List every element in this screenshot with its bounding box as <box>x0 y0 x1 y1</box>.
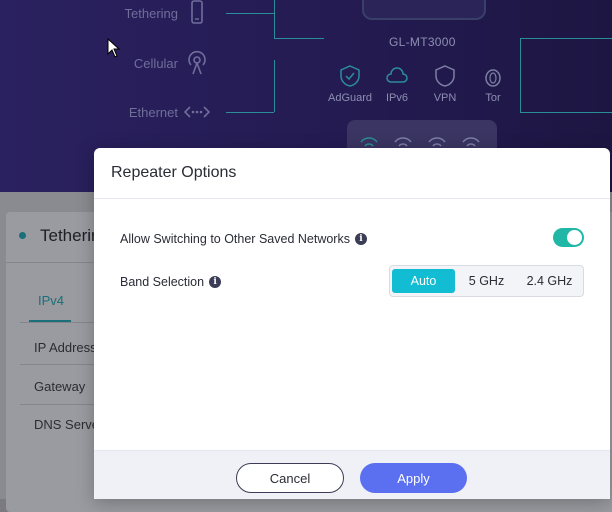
allow-switching-text: Allow Switching to Other Saved Networks <box>120 232 350 246</box>
router-device-image <box>362 0 486 20</box>
band-option-auto[interactable]: Auto <box>392 269 455 293</box>
allow-switching-toggle[interactable] <box>553 228 584 247</box>
info-icon[interactable]: i <box>209 276 222 288</box>
mouse-cursor-icon <box>107 38 121 58</box>
band-selection-text: Band Selection <box>120 275 205 289</box>
connector-line <box>226 112 274 113</box>
modal-header: Repeater Options <box>94 148 610 199</box>
ipv6-cloud-icon <box>386 67 408 83</box>
band-selection-label: Band Selection i <box>120 275 222 289</box>
connector-line <box>520 38 612 39</box>
band-option-2-4ghz[interactable]: 2.4 GHz <box>517 269 582 293</box>
device-name: GL-MT3000 <box>389 35 456 49</box>
modal-footer: Cancel Apply <box>94 450 610 499</box>
adguard-shield-icon <box>340 65 360 87</box>
tor-onion-icon <box>485 69 501 87</box>
row-gateway: Gateway <box>34 379 86 394</box>
connector-line <box>520 112 612 113</box>
status-dot <box>19 232 26 239</box>
apply-button[interactable]: Apply <box>360 463 467 493</box>
connection-label-cellular: Cellular <box>133 56 178 71</box>
connector-line <box>274 38 324 39</box>
allow-switching-label: Allow Switching to Other Saved Networks … <box>120 232 367 246</box>
band-option-5ghz[interactable]: 5 GHz <box>457 269 516 293</box>
row-ip-address: IP Address <box>34 340 97 355</box>
divider <box>6 262 106 263</box>
ethernet-icon <box>184 106 210 118</box>
row-dns-server: DNS Server <box>34 417 104 432</box>
tab-ipv4[interactable]: IPv4 <box>38 293 64 308</box>
info-icon[interactable]: i <box>354 233 367 245</box>
toggle-knob <box>567 230 582 245</box>
connection-label-ethernet: Ethernet <box>128 105 178 120</box>
connector-line <box>274 60 275 112</box>
repeater-options-modal: Repeater Options Allow Switching to Othe… <box>94 148 610 499</box>
cellular-icon <box>188 50 206 75</box>
vpn-shield-icon <box>435 65 455 87</box>
connector-line <box>226 13 274 14</box>
connection-label-tethering: Tethering <box>124 6 178 21</box>
band-selection-control: Auto 5 GHz 2.4 GHz <box>389 265 584 297</box>
feature-tor[interactable]: Tor <box>465 64 521 104</box>
connector-line <box>274 0 275 38</box>
cancel-button[interactable]: Cancel <box>236 463 344 493</box>
modal-title: Repeater Options <box>111 164 237 181</box>
phone-icon <box>191 0 203 24</box>
feature-label: Tor <box>485 92 501 104</box>
